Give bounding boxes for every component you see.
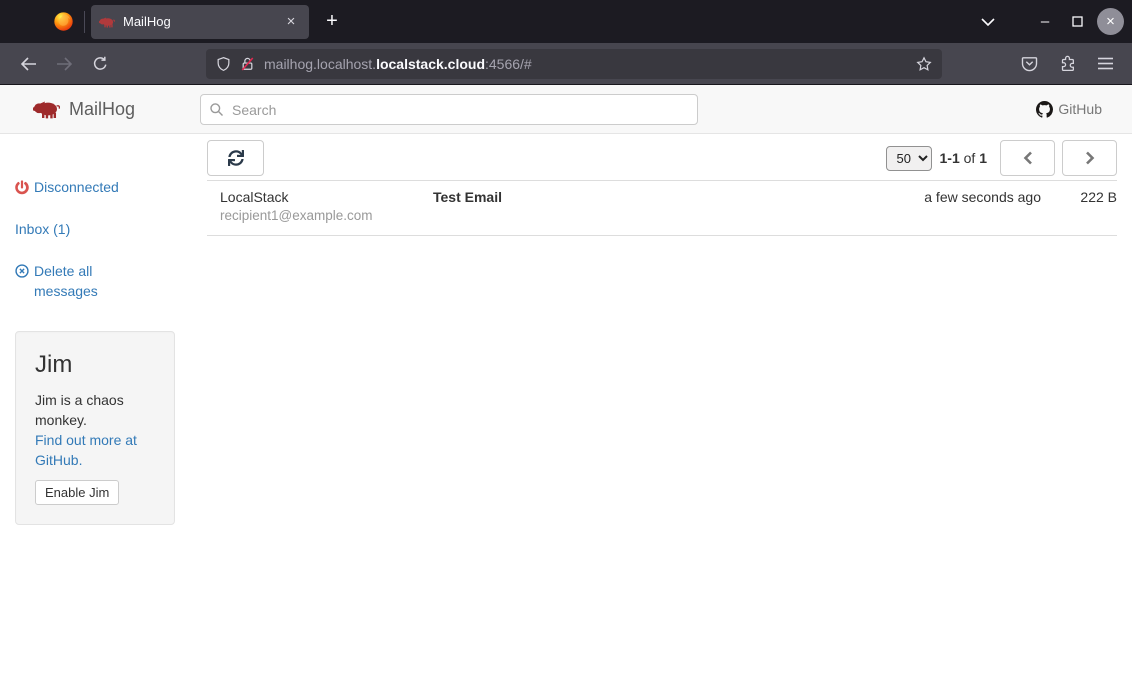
- browser-nav-toolbar: mailhog.localhost.localstack.cloud:4566/…: [0, 43, 1132, 85]
- maximize-icon: [1072, 16, 1083, 27]
- message-list-pane: 50 1-1 of 1 LocalStack recipient1@exampl…: [207, 134, 1117, 693]
- jim-title: Jim: [35, 351, 155, 379]
- insecure-lock-icon: [240, 56, 255, 72]
- github-label: GitHub: [1058, 101, 1102, 117]
- message-from-name: LocalStack: [220, 189, 433, 206]
- list-all-tabs-chevron-icon[interactable]: [973, 7, 1003, 37]
- toolbar-right-icons: [1021, 55, 1120, 72]
- tab-title: MailHog: [123, 14, 273, 29]
- github-link[interactable]: GitHub: [1036, 101, 1102, 118]
- jim-github-link[interactable]: Find out more at GitHub.: [35, 432, 137, 468]
- previous-page-button[interactable]: [1000, 140, 1055, 176]
- page-content: Disconnected Inbox (1) Delete all messag…: [0, 134, 1132, 693]
- url-bar[interactable]: mailhog.localhost.localstack.cloud:4566/…: [206, 49, 942, 79]
- sidebar: Disconnected Inbox (1) Delete all messag…: [15, 134, 175, 693]
- enable-jim-button[interactable]: Enable Jim: [35, 480, 119, 505]
- browser-titlebar: MailHog × + – ×: [0, 0, 1132, 43]
- sidebar-item-delete-all[interactable]: Delete all messages: [15, 261, 133, 301]
- refresh-icon: [228, 150, 244, 166]
- back-button[interactable]: [12, 48, 44, 80]
- browser-tab-mailhog[interactable]: MailHog ×: [91, 5, 309, 39]
- mailhog-navbar: MailHog GitHub: [0, 85, 1132, 134]
- message-row[interactable]: LocalStack recipient1@example.com Test E…: [207, 181, 1117, 236]
- sidebar-item-inbox[interactable]: Inbox (1): [15, 219, 175, 239]
- inbox-label: Inbox (1): [15, 219, 70, 239]
- pagination-range: 1-1 of 1: [940, 150, 988, 166]
- list-toolbar: 50 1-1 of 1: [207, 140, 1117, 181]
- jim-panel: Jim Jim is a chaos monkey. Find out more…: [15, 331, 175, 525]
- reload-button[interactable]: [84, 48, 116, 80]
- pagination: 50 1-1 of 1: [886, 140, 1118, 176]
- bookmark-star-icon[interactable]: [916, 56, 932, 72]
- power-icon: [15, 180, 29, 195]
- search-icon: [209, 102, 224, 117]
- firefox-view-icon[interactable]: [46, 5, 80, 39]
- message-subject: Test Email: [433, 189, 881, 206]
- new-tab-button[interactable]: +: [317, 7, 347, 37]
- maximize-button[interactable]: [1061, 6, 1093, 38]
- remove-circle-icon: [15, 264, 29, 278]
- url-text: mailhog.localhost.localstack.cloud:4566/…: [264, 56, 532, 72]
- chevron-left-icon: [1023, 151, 1033, 165]
- next-page-button[interactable]: [1062, 140, 1117, 176]
- message-from-email: recipient1@example.com: [220, 206, 433, 226]
- delete-all-label: Delete all messages: [34, 261, 133, 301]
- mailhog-pig-icon: [33, 99, 60, 119]
- forward-button: [48, 48, 80, 80]
- forward-arrow-icon: [56, 57, 73, 71]
- page-size-select[interactable]: 50: [886, 146, 932, 171]
- minimize-button[interactable]: –: [1029, 6, 1061, 38]
- browser-window: MailHog × + – ×: [0, 0, 1132, 693]
- extensions-puzzle-icon[interactable]: [1059, 55, 1076, 72]
- tracking-shield-icon: [216, 56, 231, 72]
- mailhog-brand[interactable]: MailHog: [33, 99, 135, 120]
- jim-description: Jim is a chaos monkey.: [35, 390, 155, 430]
- reload-icon: [93, 56, 108, 71]
- github-octocat-icon: [1036, 101, 1053, 118]
- pocket-icon[interactable]: [1021, 55, 1038, 72]
- brand-title: MailHog: [69, 99, 135, 120]
- refresh-button[interactable]: [207, 140, 264, 176]
- message-timestamp: a few seconds ago: [881, 189, 1041, 206]
- search-input[interactable]: [200, 94, 698, 125]
- mailhog-favicon: [99, 16, 115, 28]
- message-size: 222 B: [1041, 189, 1117, 206]
- titlebar-separator: [84, 11, 85, 33]
- search-box: [200, 94, 698, 125]
- message-from: LocalStack recipient1@example.com: [220, 189, 433, 226]
- connection-status[interactable]: Disconnected: [15, 177, 175, 197]
- back-arrow-icon: [20, 57, 37, 71]
- window-close-button[interactable]: ×: [1097, 8, 1124, 35]
- hamburger-menu-icon[interactable]: [1097, 57, 1114, 70]
- tab-close-icon[interactable]: ×: [281, 12, 301, 32]
- chevron-right-icon: [1085, 151, 1095, 165]
- connection-status-label: Disconnected: [34, 177, 119, 197]
